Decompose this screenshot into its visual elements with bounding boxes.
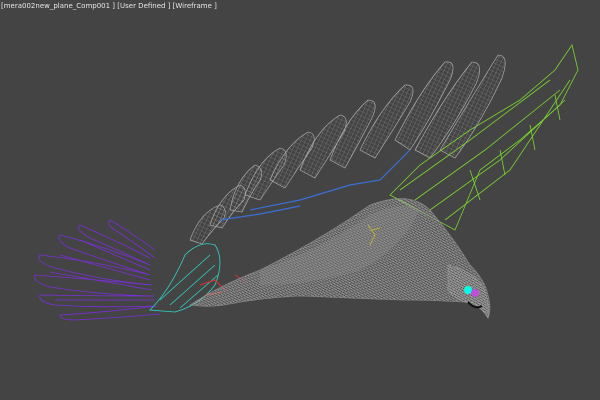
viewport-3d[interactable]: [mera002new_plane_Comp001 ] [User Define… [0,0,600,400]
bird-wireframe-scene[interactable] [0,0,600,400]
eye-cyan-marker [464,286,472,294]
bird-body [189,198,491,319]
upper-wing-feathers [189,54,506,245]
shading-menu-label[interactable]: [User Defined ] [117,2,170,10]
wireframe-mode-label[interactable]: [Wireframe ] [173,2,217,10]
eye-magenta-marker [471,289,479,297]
left-wing-purple-feathers [34,219,161,321]
viewport-label-bar: [mera002new_plane_Comp001 ] [User Define… [0,0,218,12]
camera-menu-label[interactable]: [mera002new_plane_Comp001 ] [1,2,115,10]
